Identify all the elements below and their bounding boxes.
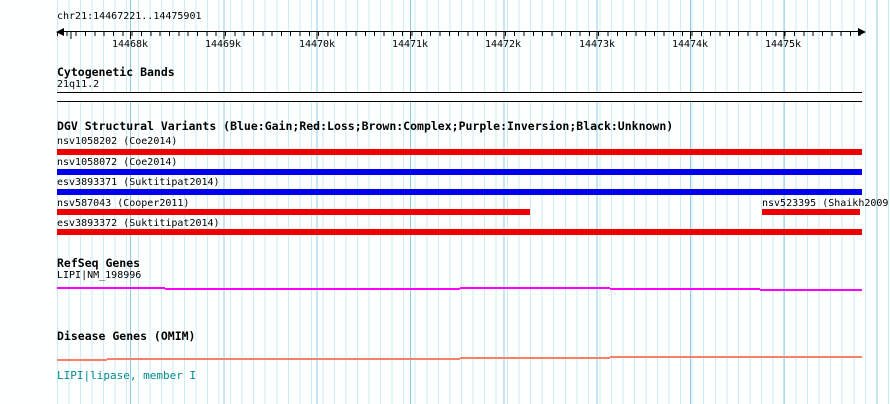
dgv-section-title: DGV Structural Variants (Blue:Gain;Red:L… xyxy=(57,119,674,133)
tick-label: 14475k xyxy=(764,39,802,50)
variant-bar[interactable] xyxy=(57,149,862,155)
tick-label: 14473k xyxy=(578,39,616,50)
gene-line-segment xyxy=(165,288,460,290)
omim-section-title: Disease Genes (OMIM) xyxy=(57,329,196,343)
variant-label[interactable]: esv3893371 (Suktitipat2014) xyxy=(57,177,220,189)
refseq-section-title: RefSeq Genes xyxy=(57,256,141,270)
variant-bar[interactable] xyxy=(57,209,530,215)
gene-line-segment xyxy=(107,358,460,360)
genome-browser-view: chr21:14467221..14475901 14468k 14469k 1… xyxy=(0,0,890,404)
gene-line-segment xyxy=(760,289,862,291)
variant-label[interactable]: nsv1058072 (Coe2014) xyxy=(57,157,177,169)
ruler-major-ticks xyxy=(57,32,863,39)
tick-label: 14474k xyxy=(671,39,709,50)
tick-label: 14469k xyxy=(204,39,242,50)
gene-line-segment xyxy=(610,288,760,290)
tick-label: 14471k xyxy=(391,39,429,50)
tick-label: 14472k xyxy=(484,39,522,50)
cytoband-name: 21q11.2 xyxy=(57,79,100,90)
gene-line-segment xyxy=(57,287,165,289)
gene-line-segment xyxy=(610,356,862,358)
gene-line-segment xyxy=(57,359,107,361)
gene-line-segment xyxy=(460,287,610,289)
variant-bar[interactable] xyxy=(57,229,862,235)
variant-bar[interactable] xyxy=(57,169,862,175)
gene-line-segment xyxy=(460,357,610,359)
cytoband-section-title: Cytogenetic Bands xyxy=(57,65,175,79)
region-label: chr21:14467221..14475901 xyxy=(57,11,202,22)
variant-label[interactable]: nsv1058202 (Coe2014) xyxy=(57,136,177,148)
variant-bar[interactable] xyxy=(762,209,860,215)
refseq-gene-label[interactable]: LIPI|NM_198996 xyxy=(57,270,141,282)
cytoband-bar[interactable] xyxy=(57,92,862,102)
tick-label: 14468k xyxy=(111,39,149,50)
omim-gene-label[interactable]: LIPI|lipase, member I xyxy=(57,369,196,382)
tick-label: 14470k xyxy=(298,39,336,50)
variant-bar[interactable] xyxy=(57,189,862,195)
